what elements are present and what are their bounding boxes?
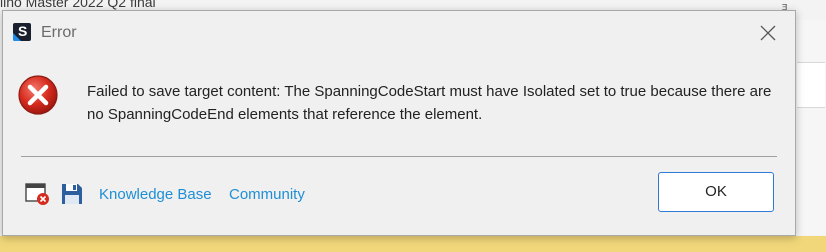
close-button[interactable]: [755, 21, 781, 45]
divider: [21, 156, 777, 157]
error-message: Failed to save target content: The Spann…: [87, 83, 772, 123]
dialog-title: Error: [41, 24, 77, 41]
error-dialog: S Error Failed to save target content: T…: [2, 10, 796, 236]
error-icon: [17, 74, 59, 116]
close-icon: [760, 25, 776, 41]
knowledge-base-link[interactable]: Knowledge Base: [99, 186, 212, 203]
save-icon[interactable]: [60, 182, 84, 206]
background-yellow-bar: [0, 236, 826, 252]
background-right-strip: [797, 62, 825, 108]
error-report-icon[interactable]: [25, 182, 51, 206]
app-logo-icon: S: [13, 23, 31, 41]
background-right-panel: [795, 20, 826, 235]
ok-button[interactable]: OK: [658, 172, 774, 212]
community-link[interactable]: Community: [229, 186, 305, 203]
dialog-title-bar: S Error: [3, 11, 795, 51]
